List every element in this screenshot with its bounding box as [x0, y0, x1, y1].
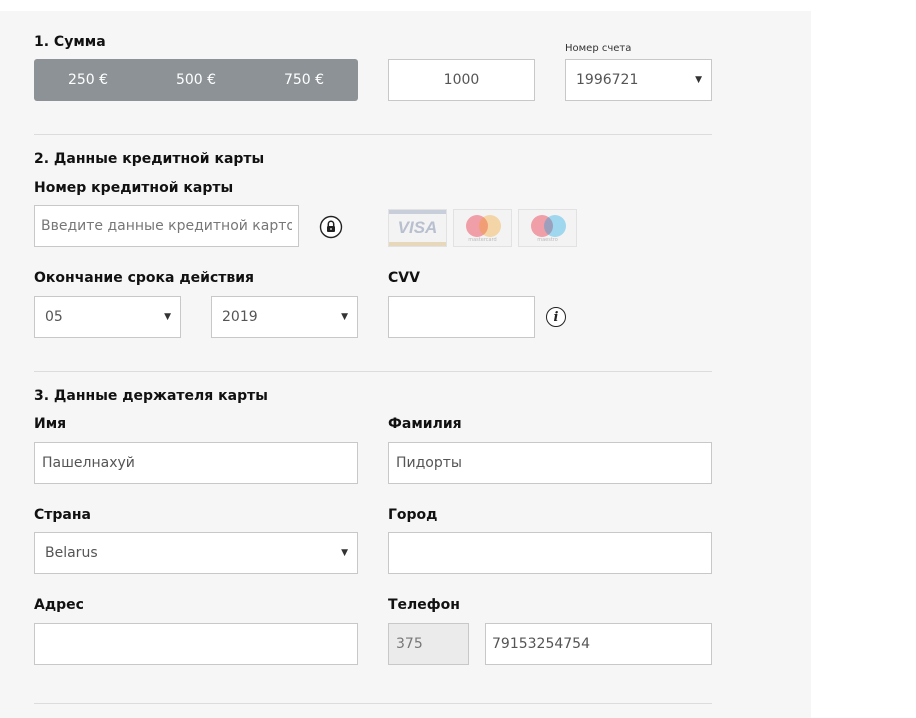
chevron-down-icon: ▼: [695, 75, 702, 85]
account-number-select[interactable]: 1996721 ▼: [565, 59, 712, 101]
visa-wordmark: VISA: [397, 218, 438, 237]
mastercard-logo: mastercard: [453, 209, 512, 247]
custom-amount-value: 1000: [443, 72, 480, 88]
country-select[interactable]: Belarus ▼: [34, 532, 358, 574]
maestro-wordmark: maestro: [537, 237, 558, 243]
city-input[interactable]: [388, 532, 712, 574]
phone-code-field: 375: [388, 623, 469, 665]
city-label: Город: [388, 507, 438, 523]
account-number-value: 1996721: [576, 72, 639, 88]
country-label: Страна: [34, 507, 91, 523]
visa-logo: VISA: [388, 209, 447, 247]
section-amount-title: 1. Сумма: [34, 34, 106, 50]
card-number-label: Номер кредитной карты: [34, 180, 234, 196]
cvv-input[interactable]: [388, 296, 535, 338]
amount-500-button[interactable]: 500 €: [142, 59, 250, 101]
last-name-value: Пидорты: [396, 455, 462, 471]
last-name-label: Фамилия: [388, 416, 462, 432]
address-label: Адрес: [34, 597, 84, 613]
cvv-label: CVV: [388, 270, 420, 286]
section-card-title: 2. Данные кредитной карты: [34, 151, 265, 167]
expiry-month-select[interactable]: 05 ▼: [34, 296, 181, 338]
chevron-down-icon: ▼: [164, 312, 171, 322]
divider: [34, 703, 712, 704]
info-icon[interactable]: i: [546, 307, 566, 327]
last-name-input[interactable]: Пидорты: [388, 442, 712, 484]
maestro-logo: maestro: [518, 209, 577, 247]
country-value: Belarus: [45, 545, 98, 561]
expiry-year-select[interactable]: 2019 ▼: [211, 296, 358, 338]
custom-amount-input[interactable]: 1000: [388, 59, 535, 101]
expiry-label: Окончание срока действия: [34, 270, 255, 286]
phone-number-value: 79153254754: [492, 636, 590, 652]
first-name-value: Пашелнахуй: [42, 455, 135, 471]
amount-presets: 250 € 500 € 750 €: [34, 59, 358, 101]
divider: [34, 371, 712, 372]
amount-250-button[interactable]: 250 €: [34, 59, 142, 101]
account-number-label: Номер счета: [565, 43, 632, 54]
amount-750-button[interactable]: 750 €: [250, 59, 358, 101]
divider: [34, 134, 712, 135]
chevron-down-icon: ▼: [341, 548, 348, 558]
expiry-month-value: 05: [45, 309, 63, 325]
first-name-input[interactable]: Пашелнахуй: [34, 442, 358, 484]
expiry-year-value: 2019: [222, 309, 258, 325]
mastercard-wordmark: mastercard: [468, 237, 497, 243]
address-input[interactable]: [34, 623, 358, 665]
phone-number-input[interactable]: 79153254754: [485, 623, 712, 665]
phone-code-value: 375: [396, 636, 423, 652]
first-name-label: Имя: [34, 416, 67, 432]
section-holder-title: 3. Данные держателя карты: [34, 388, 268, 404]
card-number-input[interactable]: [34, 205, 299, 247]
chevron-down-icon: ▼: [341, 312, 348, 322]
lock-icon: [319, 215, 343, 239]
phone-label: Телефон: [388, 597, 460, 613]
